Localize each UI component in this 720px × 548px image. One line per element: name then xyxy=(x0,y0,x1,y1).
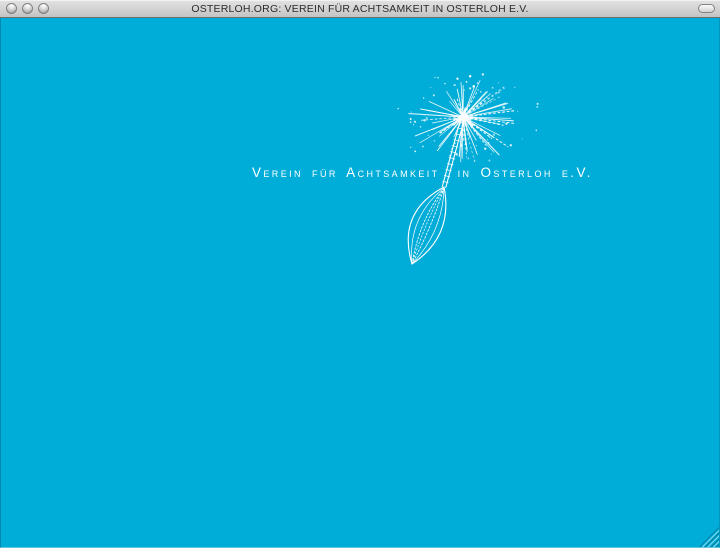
heading-part1: Verein für Achtsamkeit xyxy=(252,166,440,180)
page-content: Verein für Achtsamkeit in Osterloh e.V. xyxy=(0,18,720,548)
dandelion-pappus-icon xyxy=(397,73,538,162)
page-heading: Verein für Achtsamkeit in Osterloh e.V. xyxy=(252,166,593,180)
window-title: OSTERLOH.ORG: VEREIN FÜR ACHTSAMKEIT IN … xyxy=(0,2,720,16)
window-titlebar[interactable]: OSTERLOH.ORG: VEREIN FÜR ACHTSAMKEIT IN … xyxy=(0,0,720,18)
toolbar-toggle-icon[interactable] xyxy=(698,4,715,13)
browser-window: OSTERLOH.ORG: VEREIN FÜR ACHTSAMKEIT IN … xyxy=(0,0,720,548)
dandelion-illustration xyxy=(0,18,720,548)
dandelion-seedpod-icon xyxy=(408,187,446,264)
resize-grip[interactable] xyxy=(699,527,719,547)
heading-part2: in Osterloh e.V. xyxy=(458,166,593,180)
